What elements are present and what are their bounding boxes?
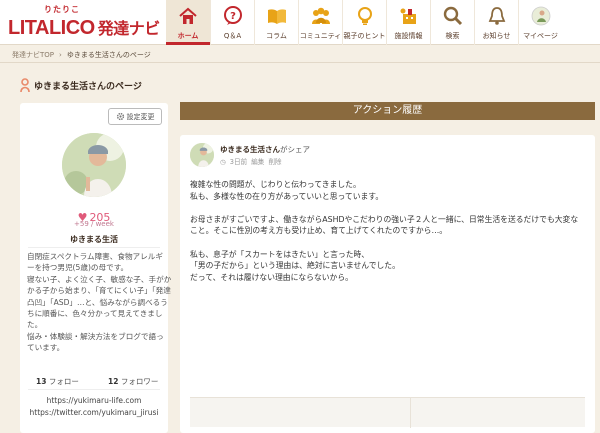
twitter-link[interactable]: https://twitter.com/yukimaru_jirusi [20,407,168,419]
profile-bio: 自閉症スペクトラム障害、食物アレルギ ーを持つ男児(5歳)の母です。 寝ない子、… [27,251,172,354]
embed-divider [410,398,411,428]
post-text-line: 私も、多様な性の在り方があっていいと思っています。 [190,191,384,201]
bio-line: 悩み・体験談・解決方法をブログで語っ [27,331,164,341]
gear-icon [116,112,124,121]
lightbulb-icon [358,7,372,25]
profile-card: 設定変更 ♥ 205 +59 / week ゆきまる生活 自閉症スペクトラム障害、… [20,103,172,433]
nav-community[interactable]: コミュニティ [298,0,342,45]
followers-link[interactable]: 12 フォロワー [108,376,158,387]
nav-mypage[interactable]: マイページ [518,0,562,45]
following-link[interactable]: 13 フォロー [36,376,79,387]
blog-link[interactable]: https://yukimaru-life.com [20,395,168,407]
logo-ruby: りたりこ [44,5,80,14]
breadcrumb-current: ゆきまる生活さんのページ [66,51,151,59]
post-text-line: 「男の子だから」という理由は、絶対に言いませんでした。 [190,261,400,271]
post-time: 3日前 [229,158,248,166]
post-text-line: だって、それは履けない理由にならないから。 [190,272,353,282]
follow-divider [28,389,160,390]
breadcrumb-divider [0,62,600,63]
nav-search[interactable]: 検索 [430,0,474,45]
profile-links: https://yukimaru-life.com https://twitte… [20,395,168,419]
facility-icon [400,8,416,24]
settings-button-label: 設定変更 [126,112,155,121]
site-logo[interactable]: りたりこ LITALICO 発達ナビ [8,4,168,40]
shared-article-embed[interactable] [190,397,585,428]
post-user-name[interactable]: ゆきまる生活さん [220,145,280,154]
activity-post: ゆきまる生活さんがシェア ◷ 3日前 編集 削除 複雑な性の問題が、じわりと伝わってき… [180,135,595,433]
like-weekly-delta: +59 / week [74,220,114,228]
settings-button[interactable]: 設定変更 [108,108,162,125]
breadcrumb: 発達ナビTOP › ゆきまる生活さんのページ [12,50,151,60]
svg-text:?: ? [230,11,236,22]
profile-name: ゆきまる生活 [70,235,118,244]
page-title: ゆきまる生活さんのページ [34,82,142,92]
action-history-header: アクション履歴 [180,102,595,120]
post-text-line: 複雑な性の問題が、じわりと伝わってきました。 [190,180,361,189]
profile-divider [28,247,160,248]
question-bubble-icon: ? [224,6,242,25]
clock-icon: ◷ [220,158,226,166]
post-user-line: ゆきまる生活さんがシェア [220,144,310,155]
nav-hints[interactable]: 親子のヒント [342,0,386,45]
bio-line: ちに順番に、色々分かって見えてきまし [27,309,163,319]
avatar-photo-icon [62,133,126,197]
post-text-line: お母さまがすごいですよ、働きながらASHDやこだわりの強い子２人と一緒に、日常生… [190,214,579,224]
bio-line: 凸凹」「ASD」…と、悩みながら調べるう [27,297,168,307]
bio-line: ています。 [27,343,65,353]
bell-icon [488,7,506,25]
post-action-type: がシェア [280,145,310,154]
main-nav: ホーム ? Q＆A コラム コミュニティ 親子のヒント 施設情報 検索 お知らせ… [166,0,562,45]
bio-line: ーを持つ男児(5歳)の母です。 [27,263,129,273]
nav-column[interactable]: コラム [254,0,298,45]
bio-line: かる子から始まり、「育てにくい子」「発達 [27,286,171,296]
post-meta: ◷ 3日前 編集 削除 [220,156,286,166]
nav-notifications[interactable]: お知らせ [474,0,518,45]
nav-home[interactable]: ホーム [166,0,210,45]
search-icon [443,6,463,26]
logo-wordmark: LITALICO 発達ナビ [8,17,160,39]
bio-line: 自閉症スペクトラム障害、食物アレルギ [27,252,163,261]
bio-line: 寝ない子、よく泣く子、敏感な子、手がか [27,274,172,284]
post-delete-link[interactable]: 削除 [268,158,281,166]
post-body: 複雑な性の問題が、じわりと伝わってきました。 私も、多様な性の在り方があっていい… [190,179,585,283]
profile-avatar [62,133,126,197]
open-book-icon [268,9,286,24]
home-icon [179,7,197,24]
breadcrumb-separator-icon: › [59,51,62,59]
site-header: りたりこ LITALICO 発達ナビ ホーム ? Q＆A コラム コミュニティ … [0,0,600,45]
nav-facilities[interactable]: 施設情報 [386,0,430,45]
user-avatar-icon [531,6,551,26]
bio-line: た。 [27,320,43,330]
post-avatar[interactable] [190,143,214,167]
post-edit-link[interactable]: 編集 [251,158,264,166]
breadcrumb-home-link[interactable]: 発達ナビTOP [12,51,54,59]
post-text-line: 私も、息子が「スカートをはきたい」と言った時、 [190,249,370,259]
post-text-line: こと。そこに性別の考え方も受け止め、育て上げてくれたのですから…。 [190,226,448,236]
nav-qa[interactable]: ? Q＆A [210,0,254,45]
community-icon [312,7,330,24]
avatar-photo-icon [190,143,214,167]
person-icon [20,78,30,92]
